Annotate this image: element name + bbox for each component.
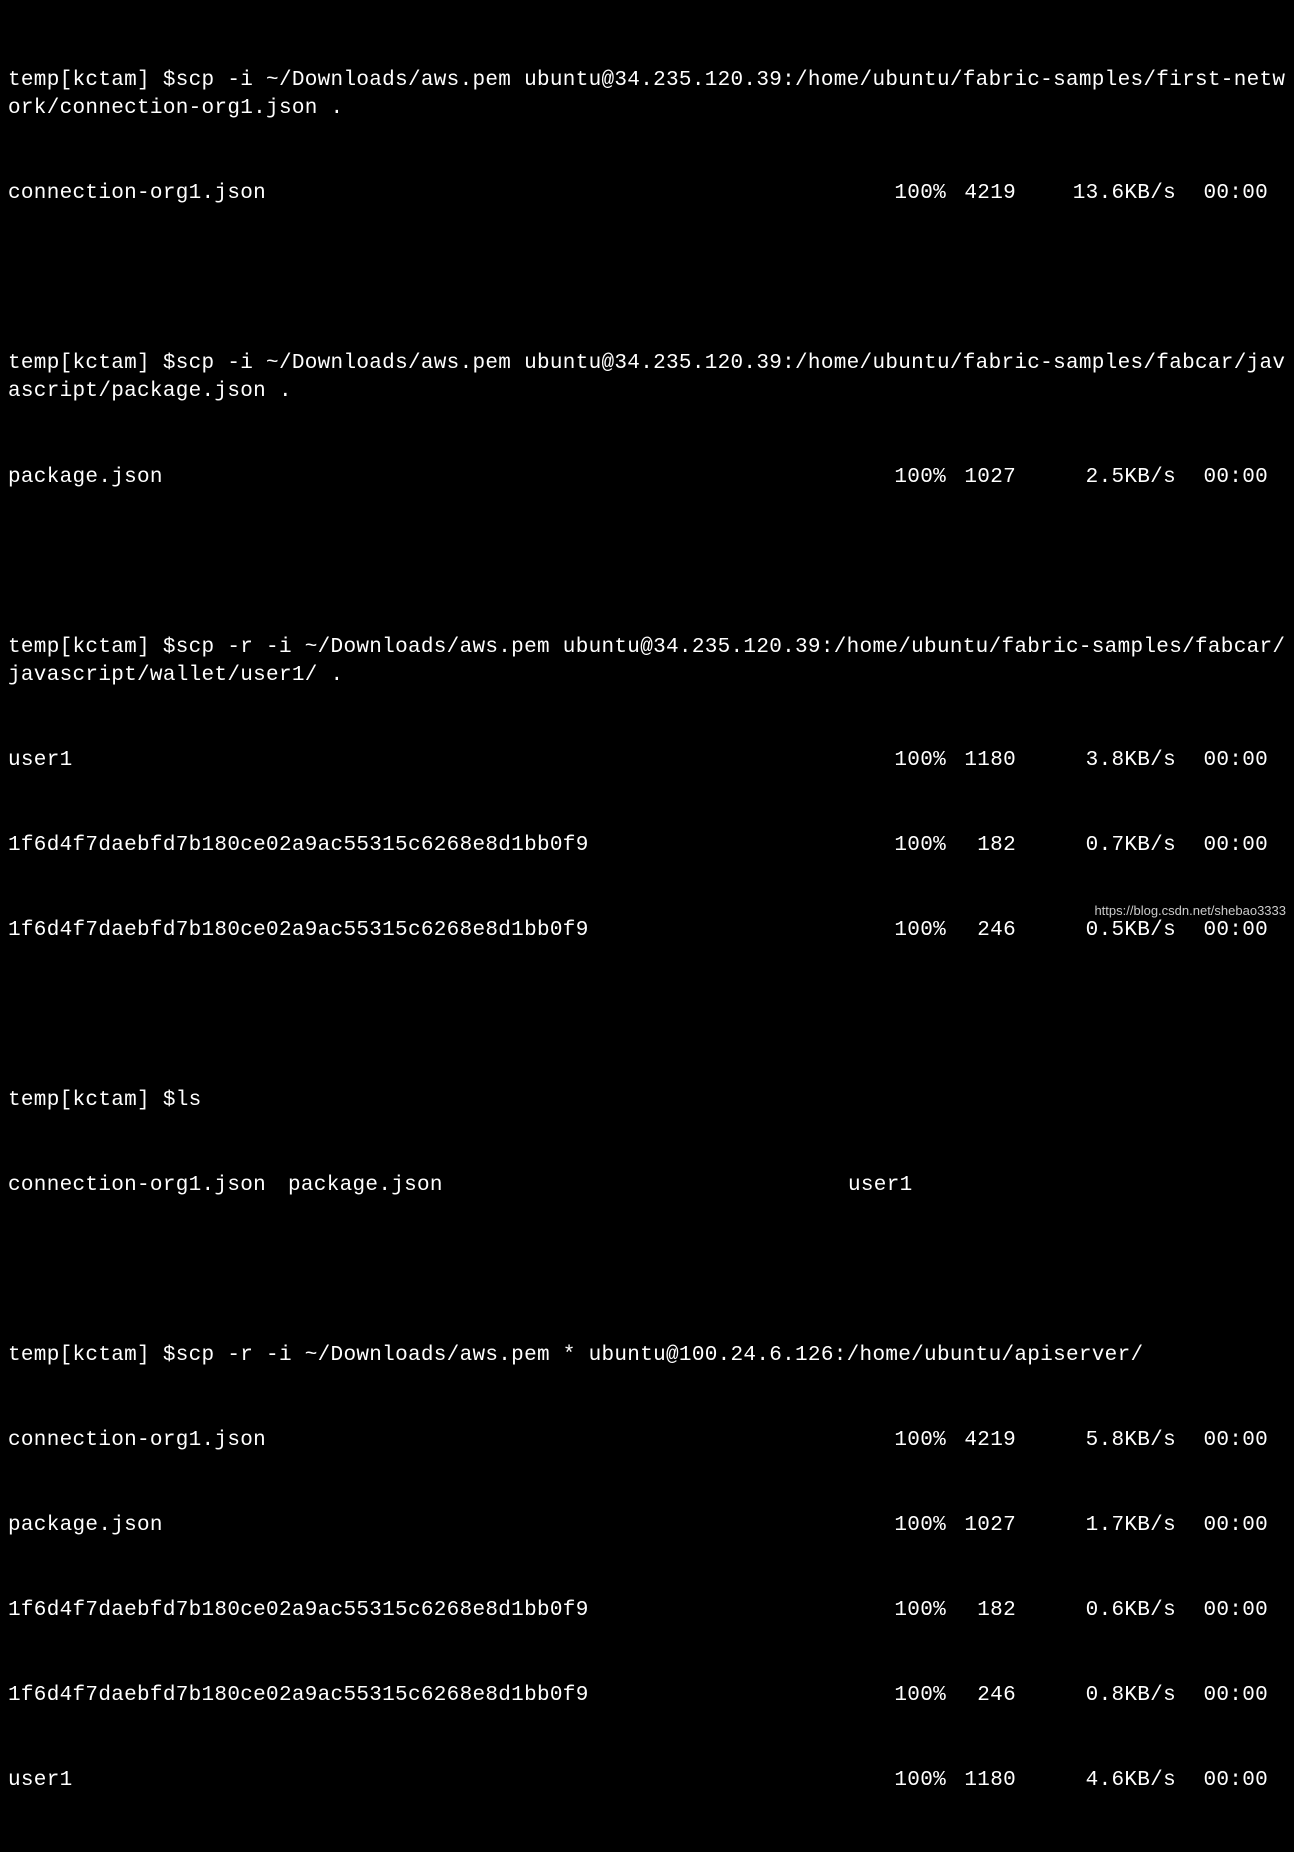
shell-prompt: temp[kctam] $ [8, 1089, 176, 1112]
transfer-percent: 100% [878, 747, 946, 775]
transfer-size: 4219 [946, 180, 1016, 208]
command-text: ls [176, 1089, 202, 1112]
transfer-row: connection-org1.json 100% 4219 5.8KB/s 0… [8, 1427, 1286, 1455]
transfer-size: 246 [946, 917, 1016, 945]
transfer-speed: 0.5KB/s [1016, 917, 1176, 945]
transfer-row: user1 100% 1180 3.8KB/s 00:00 [8, 747, 1286, 775]
transfer-filename: package.json [8, 464, 163, 492]
transfer-time: 00:00 [1176, 832, 1286, 860]
transfer-speed: 4.6KB/s [1016, 1767, 1176, 1795]
transfer-percent: 100% [878, 1427, 946, 1455]
transfer-time: 00:00 [1176, 1767, 1286, 1795]
transfer-percent: 100% [878, 1512, 946, 1540]
transfer-filename: 1f6d4f7daebfd7b180ce02a9ac55315c6268e8d1… [8, 832, 589, 860]
transfer-filename: user1 [8, 747, 73, 775]
shell-prompt: temp[kctam] $ [8, 1344, 176, 1367]
transfer-time: 00:00 [1176, 917, 1286, 945]
command-text: scp -r -i ~/Downloads/aws.pem * ubuntu@1… [176, 1344, 1144, 1367]
transfer-row: 1f6d4f7daebfd7b180ce02a9ac55315c6268e8d1… [8, 832, 1286, 860]
blank-line [8, 1002, 1286, 1030]
transfer-time: 00:00 [1176, 1682, 1286, 1710]
transfer-percent: 100% [878, 464, 946, 492]
transfer-speed: 0.6KB/s [1016, 1597, 1176, 1625]
ls-item: connection-org1.json [8, 1172, 288, 1200]
transfer-time: 00:00 [1176, 1427, 1286, 1455]
shell-prompt: temp[kctam] $ [8, 636, 176, 659]
terminal-window[interactable]: temp[kctam] $scp -i ~/Downloads/aws.pem … [8, 10, 1286, 1852]
transfer-speed: 0.7KB/s [1016, 832, 1176, 860]
command-line-3: temp[kctam] $scp -r -i ~/Downloads/aws.p… [8, 634, 1286, 691]
transfer-row: 1f6d4f7daebfd7b180ce02a9ac55315c6268e8d1… [8, 1682, 1286, 1710]
transfer-filename: package.json [8, 1512, 163, 1540]
command-line-2: temp[kctam] $scp -i ~/Downloads/aws.pem … [8, 350, 1286, 407]
transfer-size: 246 [946, 1682, 1016, 1710]
transfer-row: 1f6d4f7daebfd7b180ce02a9ac55315c6268e8d1… [8, 1597, 1286, 1625]
transfer-size: 1180 [946, 747, 1016, 775]
transfer-percent: 100% [878, 917, 946, 945]
ls-item: user1 [848, 1172, 913, 1200]
transfer-time: 00:00 [1176, 1512, 1286, 1540]
watermark-text: https://blog.csdn.net/shebao3333 [1094, 902, 1286, 920]
transfer-row: user1 100% 1180 4.6KB/s 00:00 [8, 1767, 1286, 1795]
transfer-speed: 0.8KB/s [1016, 1682, 1176, 1710]
transfer-size: 182 [946, 1597, 1016, 1625]
blank-line [8, 265, 1286, 293]
transfer-speed: 3.8KB/s [1016, 747, 1176, 775]
transfer-speed: 1.7KB/s [1016, 1512, 1176, 1540]
transfer-size: 1180 [946, 1767, 1016, 1795]
transfer-row: package.json 100% 1027 2.5KB/s 00:00 [8, 464, 1286, 492]
transfer-size: 1027 [946, 464, 1016, 492]
command-text: scp -i ~/Downloads/aws.pem ubuntu@34.235… [8, 352, 1285, 403]
command-text: scp -r -i ~/Downloads/aws.pem ubuntu@34.… [8, 636, 1285, 687]
transfer-speed: 2.5KB/s [1016, 464, 1176, 492]
transfer-percent: 100% [878, 832, 946, 860]
transfer-time: 00:00 [1176, 180, 1286, 208]
ls-output: connection-org1.json package.json user1 [8, 1172, 1286, 1200]
transfer-time: 00:00 [1176, 1597, 1286, 1625]
transfer-size: 1027 [946, 1512, 1016, 1540]
transfer-row: connection-org1.json 100% 4219 13.6KB/s … [8, 180, 1286, 208]
ls-item: package.json [288, 1172, 848, 1200]
command-text: scp -i ~/Downloads/aws.pem ubuntu@34.235… [8, 69, 1285, 120]
transfer-speed: 5.8KB/s [1016, 1427, 1176, 1455]
command-line-1: temp[kctam] $scp -i ~/Downloads/aws.pem … [8, 67, 1286, 124]
transfer-filename: connection-org1.json [8, 1427, 266, 1455]
transfer-filename: connection-org1.json [8, 180, 266, 208]
transfer-filename: 1f6d4f7daebfd7b180ce02a9ac55315c6268e8d1… [8, 1597, 589, 1625]
shell-prompt: temp[kctam] $ [8, 352, 176, 375]
command-line-4: temp[kctam] $ls [8, 1087, 1286, 1115]
transfer-percent: 100% [878, 1682, 946, 1710]
shell-prompt: temp[kctam] $ [8, 69, 176, 92]
blank-line [8, 1257, 1286, 1285]
transfer-row: 1f6d4f7daebfd7b180ce02a9ac55315c6268e8d1… [8, 917, 1286, 945]
transfer-time: 00:00 [1176, 747, 1286, 775]
transfer-filename: 1f6d4f7daebfd7b180ce02a9ac55315c6268e8d1… [8, 917, 589, 945]
transfer-percent: 100% [878, 1597, 946, 1625]
transfer-filename: 1f6d4f7daebfd7b180ce02a9ac55315c6268e8d1… [8, 1682, 589, 1710]
transfer-size: 4219 [946, 1427, 1016, 1455]
command-line-5: temp[kctam] $scp -r -i ~/Downloads/aws.p… [8, 1342, 1286, 1370]
transfer-row: package.json 100% 1027 1.7KB/s 00:00 [8, 1512, 1286, 1540]
transfer-percent: 100% [878, 180, 946, 208]
transfer-speed: 13.6KB/s [1016, 180, 1176, 208]
transfer-filename: user1 [8, 1767, 73, 1795]
transfer-time: 00:00 [1176, 464, 1286, 492]
transfer-percent: 100% [878, 1767, 946, 1795]
blank-line [8, 549, 1286, 577]
transfer-size: 182 [946, 832, 1016, 860]
